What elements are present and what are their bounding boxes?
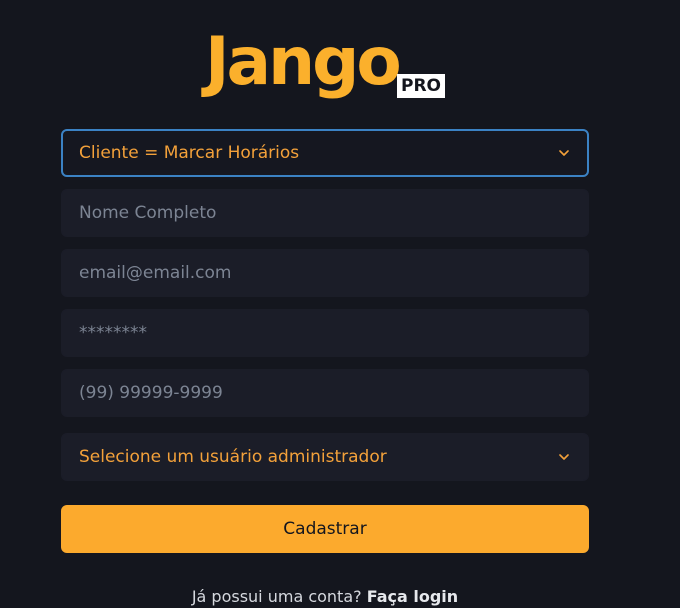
phone-placeholder: (99) 99999-9999 [79,383,223,403]
login-prompt: Já possui uma conta? Faça login [0,587,650,606]
user-type-select[interactable]: Cliente = Marcar Horários [61,129,589,177]
admin-user-select-value: Selecione um usuário administrador [79,447,387,467]
register-button[interactable]: Cadastrar [61,505,589,553]
login-prompt-text: Já possui uma conta? [191,587,362,606]
register-button-label: Cadastrar [283,519,367,539]
logo-pro-badge: PRO [397,74,445,98]
phone-field[interactable]: (99) 99999-9999 [61,369,589,417]
chevron-down-icon [557,146,571,160]
app-logo: Jango PRO [205,23,445,106]
password-placeholder: ******** [79,323,147,343]
email-placeholder: email@email.com [79,263,232,283]
logo-wordmark: Jango [205,23,402,100]
admin-user-select[interactable]: Selecione um usuário administrador [61,433,589,481]
email-field[interactable]: email@email.com [61,249,589,297]
full-name-placeholder: Nome Completo [79,203,217,223]
full-name-field[interactable]: Nome Completo [61,189,589,237]
user-type-select-value: Cliente = Marcar Horários [79,143,300,163]
password-field[interactable]: ******** [61,309,589,357]
chevron-down-icon [557,450,571,464]
login-link[interactable]: Faça login [367,587,458,606]
